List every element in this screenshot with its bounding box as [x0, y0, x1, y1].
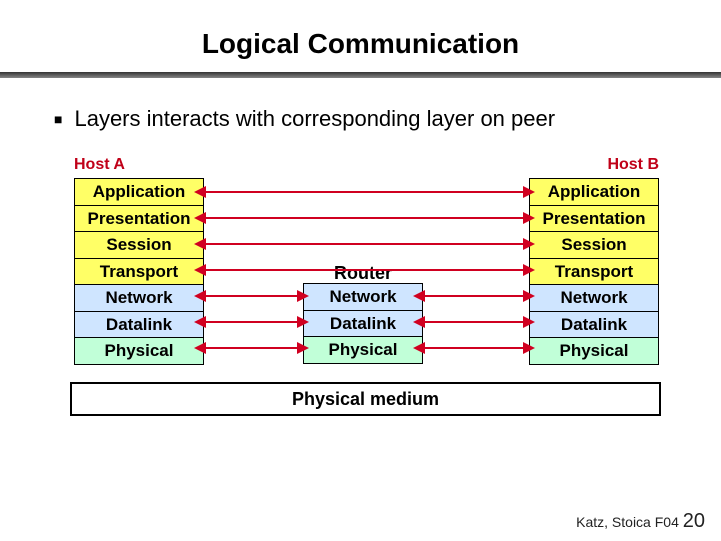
layer-physical: Physical	[303, 336, 423, 364]
layer-network: Network	[303, 283, 423, 311]
layer-network: Network	[529, 284, 659, 312]
layer-physical: Physical	[529, 337, 659, 365]
bullet-text: Layers interacts with corresponding laye…	[74, 106, 555, 132]
bullet-item: ■ Layers interacts with corresponding la…	[54, 106, 721, 132]
router-label: Router	[303, 263, 423, 284]
layer-session: Session	[529, 231, 659, 259]
footer-text: Katz, Stoica F04	[576, 514, 679, 530]
layer-datalink: Datalink	[303, 310, 423, 338]
layer-datalink: Datalink	[74, 311, 204, 339]
layer-network: Network	[74, 284, 204, 312]
host-a-label: Host A	[74, 156, 125, 174]
layer-presentation: Presentation	[529, 205, 659, 233]
layer-physical: Physical	[74, 337, 204, 365]
layer-transport: Transport	[74, 258, 204, 286]
layer-session: Session	[74, 231, 204, 259]
host-b-stack: Application Presentation Session Transpo…	[529, 178, 659, 364]
physical-medium-box: Physical medium	[70, 382, 661, 416]
page-number: 20	[683, 510, 705, 532]
layer-transport: Transport	[529, 258, 659, 286]
layer-application: Application	[74, 178, 204, 206]
footer: Katz, Stoica F04 20	[576, 510, 705, 533]
bullet-icon: ■	[54, 111, 62, 127]
title-divider	[0, 72, 721, 78]
layer-datalink: Datalink	[529, 311, 659, 339]
diagram: Host A Host B Application Presentation S…	[0, 156, 721, 456]
host-a-stack: Application Presentation Session Transpo…	[74, 178, 204, 364]
slide: Logical Communication ■ Layers interacts…	[0, 0, 721, 541]
layer-presentation: Presentation	[74, 205, 204, 233]
router-stack: Network Datalink Physical	[303, 283, 423, 363]
host-b-label: Host B	[607, 156, 659, 174]
slide-title: Logical Communication	[0, 0, 721, 72]
layer-application: Application	[529, 178, 659, 206]
